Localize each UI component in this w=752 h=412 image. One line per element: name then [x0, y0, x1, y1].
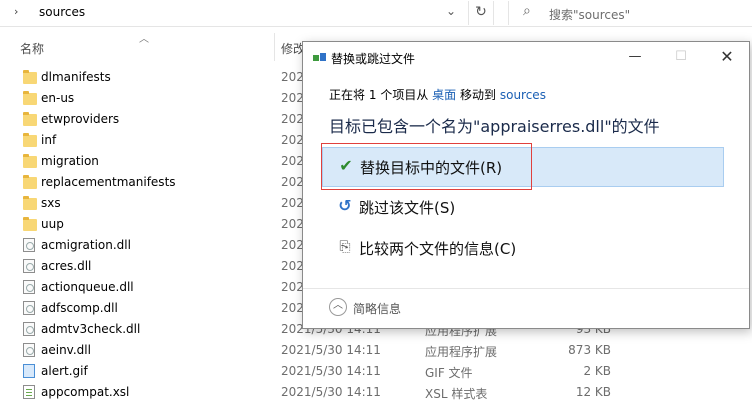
close-button[interactable]: ✕	[704, 42, 750, 74]
progress-text: 正在将 1 个项目从 桌面 移动到 sources	[329, 86, 546, 103]
file-name: etwproviders	[41, 112, 120, 126]
skip-option-button[interactable]: ↺ 跳过该文件(S)	[322, 188, 724, 228]
dll-file-icon	[23, 322, 35, 336]
chevron-up-icon[interactable]: ︿	[329, 298, 347, 316]
file-name: replacementmanifests	[41, 175, 176, 189]
destination-link[interactable]: sources	[500, 88, 546, 102]
folder-icon	[23, 175, 37, 189]
file-row[interactable]: alert.gif 2021/5/30 14:11 GIF 文件 2 KB	[0, 361, 752, 382]
file-name: alert.gif	[41, 364, 88, 378]
dll-file-icon	[23, 259, 35, 273]
file-name: appcompat.xsl	[41, 385, 130, 399]
file-name: uup	[41, 217, 64, 231]
maximize-button: ☐	[675, 49, 687, 64]
progress-prefix: 正在将	[329, 88, 366, 102]
progress-mid: 个项目从	[380, 88, 429, 102]
dll-file-icon	[23, 238, 35, 252]
file-name: sxs	[41, 196, 61, 210]
address-box[interactable]: › sources ⌄	[8, 1, 465, 25]
search-icon: ⌕	[523, 3, 531, 19]
compare-files-icon: ⎘	[339, 239, 351, 255]
file-type: XSL 样式表	[425, 387, 488, 401]
dll-file-icon	[23, 301, 35, 315]
refresh-button[interactable]: ↻	[468, 1, 494, 25]
file-name: aeinv.dll	[41, 343, 91, 357]
gif-file-icon	[23, 364, 35, 378]
folder-icon	[23, 217, 37, 231]
file-name: inf	[41, 133, 57, 147]
file-name: adfscomp.dll	[41, 301, 118, 315]
dll-file-icon	[23, 343, 35, 357]
dll-file-icon	[23, 280, 35, 294]
file-size: 2 KB	[583, 364, 611, 378]
file-type: GIF 文件	[425, 366, 473, 380]
folder-icon	[23, 133, 37, 147]
file-name: actionqueue.dll	[41, 280, 134, 294]
file-row[interactable]: aeinv.dll 2021/5/30 14:11 应用程序扩展 873 KB	[0, 340, 752, 361]
file-transfer-icon	[313, 53, 327, 63]
file-name: dlmanifests	[41, 70, 111, 84]
file-name: migration	[41, 154, 99, 168]
folder-icon	[23, 70, 37, 84]
file-row[interactable]: appcompat.xsl 2021/5/30 14:11 XSL 样式表 12 KB	[0, 382, 752, 403]
file-name: admtv3check.dll	[41, 322, 141, 336]
source-link[interactable]: 桌面	[432, 88, 456, 102]
sort-ascending-icon: ︿	[139, 34, 149, 45]
chevron-right-icon[interactable]: ›	[14, 5, 18, 18]
file-name: en-us	[41, 91, 75, 105]
dialog-divider	[303, 288, 749, 289]
minimize-button[interactable]: —	[612, 42, 658, 74]
fewer-details-toggle[interactable]: 简略信息	[353, 300, 401, 317]
file-name: acres.dll	[41, 259, 92, 273]
column-header-name[interactable]: 名称	[20, 40, 44, 57]
folder-icon	[23, 91, 37, 105]
search-input[interactable]: ⌕ 搜索"sources"	[508, 1, 752, 25]
skip-arrow-icon: ↺	[338, 196, 352, 215]
item-count: 1	[368, 88, 377, 102]
highlight-box	[321, 143, 532, 190]
xsl-file-icon	[23, 385, 35, 399]
skip-option-label: 跳过该文件(S)	[359, 199, 456, 217]
conflict-heading: 目标已包含一个名为"appraiserres.dll"的文件	[329, 117, 660, 136]
chevron-down-icon[interactable]: ⌄	[446, 4, 456, 18]
file-date: 2021/5/30 14:11	[281, 385, 381, 399]
progress-move-to: 移动到	[460, 88, 497, 102]
refresh-icon: ↻	[475, 4, 487, 20]
file-name: acmigration.dll	[41, 238, 131, 252]
compare-option-label: 比较两个文件的信息(C)	[359, 240, 517, 258]
folder-icon	[23, 154, 37, 168]
file-size: 12 KB	[575, 385, 611, 399]
folder-icon	[23, 112, 37, 126]
replace-or-skip-dialog: 替换或跳过文件 — ☐ ✕ 正在将 1 个项目从 桌面 移动到 sources …	[302, 41, 750, 329]
search-placeholder: 搜索"sources"	[549, 8, 631, 22]
address-bar: › sources ⌄ ↻ ⌕ 搜索"sources"	[0, 0, 752, 27]
dialog-titlebar[interactable]: 替换或跳过文件 — ☐ ✕	[303, 42, 749, 74]
address-path[interactable]: sources	[39, 5, 85, 19]
file-type: 应用程序扩展	[425, 345, 498, 359]
dialog-title: 替换或跳过文件	[331, 52, 416, 66]
file-date: 2021/5/30 14:11	[281, 364, 381, 378]
column-divider[interactable]	[274, 33, 275, 61]
compare-option-button[interactable]: ⎘ 比较两个文件的信息(C)	[322, 229, 724, 269]
file-date: 2021/5/30 14:11	[281, 343, 381, 357]
file-size: 873 KB	[568, 343, 611, 357]
folder-icon	[23, 196, 37, 210]
